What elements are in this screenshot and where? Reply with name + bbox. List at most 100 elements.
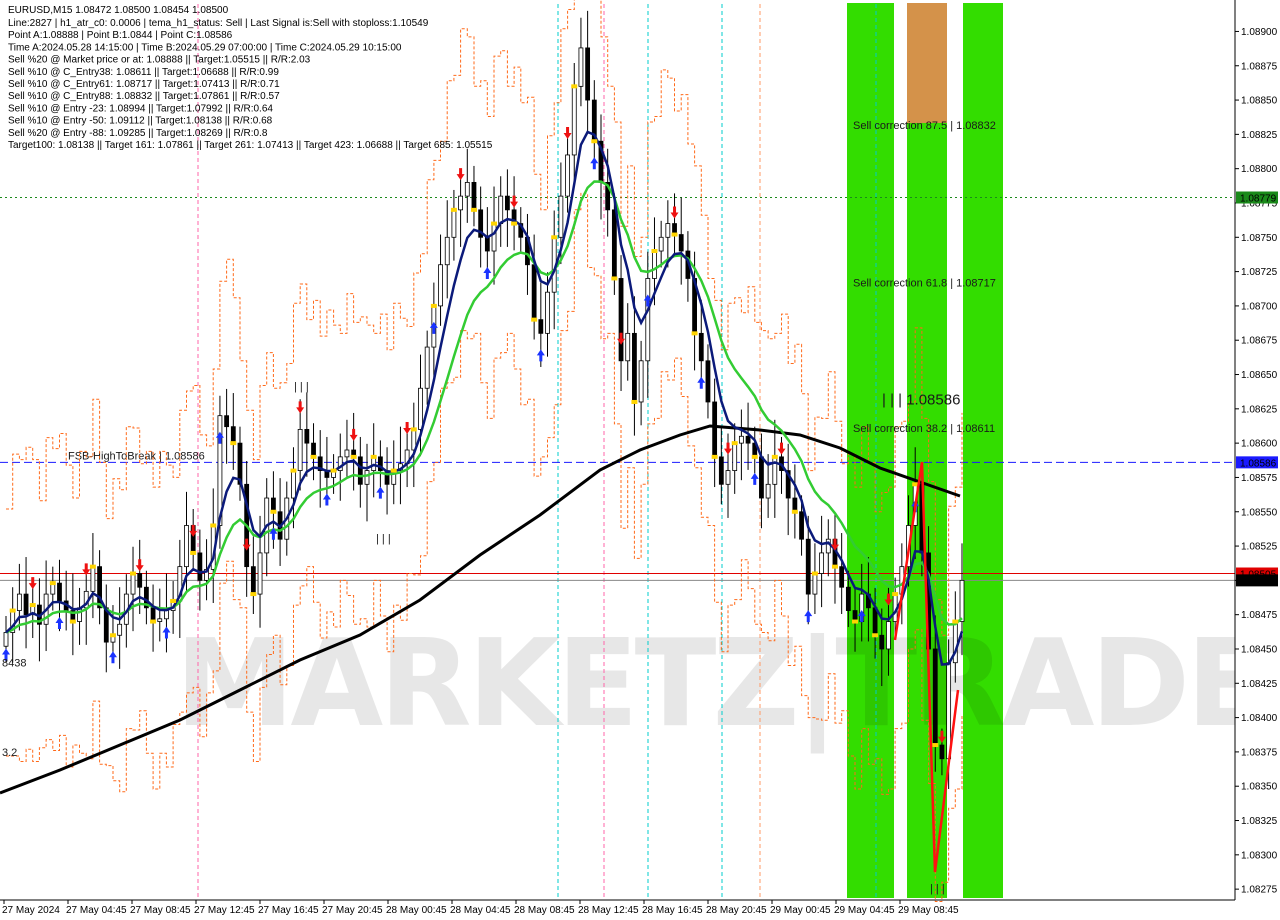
info-line: Sell %10 @ C_Entry38: 1.08611 || Target:… <box>8 67 279 78</box>
marker-icon <box>711 454 718 459</box>
x-tick-label: 27 May 16:45 <box>258 905 319 916</box>
x-tick-label: 28 May 04:45 <box>450 905 511 916</box>
candle-body <box>444 236 450 266</box>
marker-icon <box>350 454 357 459</box>
chart-window: MARKETZ|TRADE FSB-HighToBreak | 1.08586 … <box>0 0 1280 920</box>
candle-body <box>578 47 584 87</box>
x-tick-label: 27 May 2024 <box>2 905 60 916</box>
info-line: Time A:2024.05.28 14:15:00 | Time B:2024… <box>8 42 402 53</box>
x-tick-label: 28 May 16:45 <box>642 905 703 916</box>
candle-body <box>738 435 744 444</box>
y-tick-label: 1.08600 <box>1241 439 1278 450</box>
price-chart[interactable]: MARKETZ|TRADE FSB-HighToBreak | 1.08586 … <box>0 0 1280 920</box>
candle-body <box>585 47 591 101</box>
watermark-text: MARKETZ|TRADE <box>175 615 1264 754</box>
marker-icon <box>611 276 618 281</box>
y-tick-label: 1.08275 <box>1241 885 1278 896</box>
candle-body <box>257 552 263 595</box>
candle-body <box>184 525 189 568</box>
info-line: Point A:1.08888 | Point B:1.0844 | Point… <box>8 30 233 41</box>
marker-icon <box>109 633 116 638</box>
x-tick-label: 28 May 20:45 <box>706 905 767 916</box>
y-tick-label: 1.08475 <box>1241 610 1278 621</box>
y-tick-label: 1.08900 <box>1241 27 1278 38</box>
candle-body <box>611 209 617 279</box>
sell-correction-label: Sell correction 87.5 | 1.08832 <box>853 120 996 132</box>
y-tick-label: 1.08350 <box>1241 782 1278 793</box>
level-label: FSB-HighToBreak | 1.08586 <box>68 450 205 462</box>
marker-icon <box>751 454 758 459</box>
candle-body <box>224 415 230 428</box>
left-label: 8438 <box>2 658 26 670</box>
candle-body <box>498 195 504 224</box>
candle-body <box>130 573 136 595</box>
y-tick-label: 1.08325 <box>1241 816 1278 827</box>
candle-body <box>618 278 624 362</box>
candle-body <box>759 456 764 499</box>
marker-icon <box>831 564 838 569</box>
candle-body <box>932 648 938 746</box>
candle-body <box>725 470 731 485</box>
candle-body <box>364 470 370 485</box>
colored-zones <box>847 3 1003 898</box>
marker-icon <box>872 633 879 638</box>
y-tick-label: 1.08725 <box>1241 267 1278 278</box>
marker-icon <box>210 523 217 528</box>
candle-body <box>150 607 156 622</box>
green-zone <box>907 3 947 898</box>
y-tick-label: 1.08875 <box>1241 61 1278 72</box>
candle-body <box>291 470 296 499</box>
price-badge-label: 1.08500 <box>1240 576 1277 587</box>
candle-body <box>197 552 203 581</box>
marker-icon <box>310 454 317 459</box>
marker-icon <box>170 598 177 603</box>
x-tick-label: 27 May 04:45 <box>66 905 127 916</box>
marker-icon <box>49 581 56 586</box>
marker-icon <box>591 139 598 144</box>
x-tick-label: 28 May 08:45 <box>514 905 575 916</box>
marker-icon <box>771 454 778 459</box>
y-tick-label: 1.08625 <box>1241 404 1278 415</box>
symbol-line: EURUSD,M15 1.08472 1.08500 1.08454 1.085… <box>8 5 229 16</box>
x-tick-label: 27 May 08:45 <box>130 905 191 916</box>
marker-icon <box>691 331 698 336</box>
marker-icon <box>932 743 939 748</box>
marker-icon <box>571 84 578 89</box>
candle-body <box>117 623 123 636</box>
candle-body <box>438 264 443 307</box>
candle-body <box>304 429 310 444</box>
candle-body <box>959 579 965 622</box>
marker-icon <box>150 619 157 624</box>
marker-icon <box>470 207 477 212</box>
x-tick-label: 27 May 12:45 <box>194 905 255 916</box>
candle-body <box>819 552 825 574</box>
sell-correction-label: Sell correction 38.2 | 1.08611 <box>853 423 995 435</box>
green-zone <box>963 3 1003 898</box>
candle-body <box>418 387 423 430</box>
marker-icon <box>531 317 538 322</box>
y-tick-label: 1.08300 <box>1241 850 1278 861</box>
candle-body <box>812 573 818 595</box>
y-tick-label: 1.08425 <box>1241 679 1278 690</box>
info-line: Sell %10 @ Entry -23: 1.08994 || Target:… <box>8 103 273 114</box>
marker-icon <box>69 619 76 624</box>
candle-body <box>772 456 778 485</box>
candle-body <box>658 236 664 252</box>
info-line: Sell %20 @ Market price or at: 1.08888 |… <box>8 55 311 66</box>
y-tick-label: 1.08575 <box>1241 473 1278 484</box>
candle-body <box>297 429 303 471</box>
y-tick-label: 1.08675 <box>1241 336 1278 347</box>
candle-body <box>23 593 29 616</box>
x-tick-label: 28 May 12:45 <box>578 905 639 916</box>
marker-icon <box>370 454 377 459</box>
wave-mark: | | | <box>376 533 391 545</box>
candle-body <box>230 426 236 444</box>
x-tick-label: 29 May 00:45 <box>770 905 831 916</box>
marker-icon <box>511 221 518 226</box>
y-tick-label: 1.08400 <box>1241 713 1278 724</box>
marker-icon <box>731 441 738 446</box>
candle-body <box>531 264 537 321</box>
price-badge-label: 1.08586 <box>1240 458 1277 469</box>
marker-icon <box>130 571 137 576</box>
marker-icon <box>410 427 417 432</box>
